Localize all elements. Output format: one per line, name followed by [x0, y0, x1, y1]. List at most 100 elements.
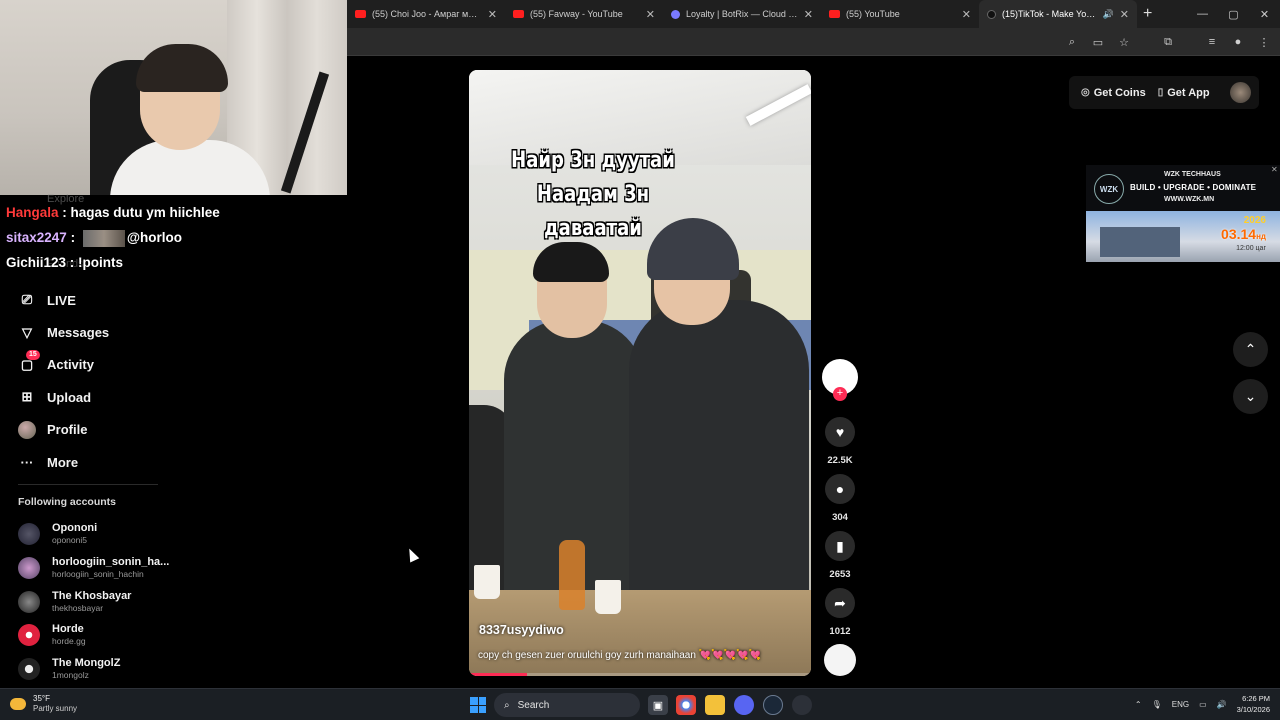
- video-progress-bar[interactable]: [469, 673, 811, 676]
- previous-video-button[interactable]: ⌃: [1233, 332, 1268, 367]
- following-account[interactable]: Horde horde.gg: [18, 620, 86, 650]
- sidebar-item-activity[interactable]: ▢ 15 Activity: [18, 349, 198, 381]
- comment-count: 304: [832, 512, 848, 523]
- menu-dots-icon[interactable]: ⋮: [1256, 34, 1272, 50]
- close-tab-icon[interactable]: ✕: [962, 8, 971, 21]
- task-view-icon[interactable]: ▣: [648, 695, 668, 715]
- tab-botrix[interactable]: Loyalty | BotRix — Cloud Stream ✕: [663, 0, 821, 28]
- discord-icon[interactable]: [734, 695, 754, 715]
- tab-tiktok[interactable]: (15)TikTok - Make Your Day 🔊 ✕: [979, 0, 1137, 28]
- youtube-icon: [355, 10, 366, 18]
- network-icon[interactable]: ▭: [1199, 700, 1207, 709]
- get-coins-button[interactable]: ◎ Get Coins: [1081, 87, 1146, 99]
- tab-title: (55) Favway - YouTube: [530, 9, 623, 19]
- sidebar-item-label: Upload: [47, 389, 92, 405]
- tab-title: (15)TikTok - Make Your Day: [1002, 9, 1099, 19]
- volume-icon[interactable]: 🔊: [1217, 700, 1227, 709]
- file-explorer-icon[interactable]: [705, 695, 725, 715]
- bookmark-star-icon[interactable]: ☆: [1116, 34, 1132, 50]
- start-button[interactable]: [470, 697, 486, 713]
- close-tab-icon[interactable]: ✕: [1120, 8, 1129, 21]
- close-tab-icon[interactable]: ✕: [488, 8, 497, 21]
- share-button[interactable]: ➦: [825, 588, 855, 618]
- account-avatar: [18, 557, 40, 579]
- windows-taskbar: 35°F Partly sunny ⌕ Search ▣ ⌃ 🎙 ENG ▭ 🔊…: [0, 688, 1280, 720]
- chrome-icon[interactable]: [676, 695, 696, 715]
- chat-text: @horloo: [126, 230, 182, 245]
- sidebar-item-label: Messages: [47, 325, 110, 341]
- tab-youtube[interactable]: (55) YouTube ✕: [821, 0, 979, 28]
- sidebar-item-profile[interactable]: Profile: [18, 414, 198, 446]
- cast-icon[interactable]: ▭: [1090, 34, 1106, 50]
- coin-icon: ◎: [1081, 87, 1090, 98]
- video-player[interactable]: Найр 3н дуутай Наадам 3н даваатай 8337us…: [469, 70, 811, 676]
- like-button[interactable]: ♥: [825, 417, 855, 447]
- chat-text: !points: [78, 255, 124, 270]
- following-account[interactable]: horloogiin_sonin_ha... horloogiin_sonin_h…: [18, 553, 169, 583]
- profile-icon[interactable]: ●: [1230, 34, 1246, 50]
- share-count: 1012: [829, 626, 851, 637]
- chevron-down-icon: ⌄: [1244, 388, 1257, 404]
- activity-badge: 15: [26, 349, 40, 360]
- close-tab-icon[interactable]: ✕: [646, 8, 655, 21]
- sidebar-item-more[interactable]: ··· More: [18, 446, 198, 478]
- steam-icon[interactable]: [763, 695, 783, 715]
- account-handle: horloogiin_sonin_hachin: [52, 569, 144, 579]
- chevron-up-icon[interactable]: ⌃: [1135, 700, 1142, 709]
- app-icon[interactable]: [792, 695, 812, 715]
- following-account[interactable]: The MongolZ 1mongolz: [18, 654, 120, 684]
- zoom-icon[interactable]: ⌕: [1064, 34, 1080, 50]
- follow-plus-icon[interactable]: +: [833, 387, 847, 401]
- sidebar-item-messages[interactable]: ▽ Messages: [18, 316, 198, 348]
- sponsor-ad[interactable]: WZK WZK TECHHAUS BUILD • UPGRADE • DOMIN…: [1086, 165, 1280, 262]
- video-author[interactable]: 8337usyydiwo: [479, 623, 564, 637]
- minimize-button[interactable]: —: [1187, 8, 1218, 20]
- youtube-icon: [829, 10, 840, 18]
- extensions-icon[interactable]: ⧉: [1160, 34, 1176, 50]
- maximize-button[interactable]: ▢: [1218, 8, 1249, 21]
- tab-favway[interactable]: (55) Favway - YouTube ✕: [505, 0, 663, 28]
- following-account[interactable]: The Khosbayar thekhosbayar: [18, 587, 131, 617]
- new-tab-button[interactable]: +: [1143, 5, 1152, 23]
- tiktok-icon: [987, 9, 996, 19]
- window-controls: — ▢ ✕: [1187, 0, 1280, 28]
- music-disc-avatar[interactable]: [824, 644, 856, 676]
- following-account[interactable]: Opononi opononi5: [18, 519, 97, 549]
- clock[interactable]: 6:26 PM 3/10/2026: [1237, 693, 1270, 715]
- close-tab-icon[interactable]: ✕: [804, 8, 813, 21]
- browser-toolbar: ⌕ ▭ ☆ ⧉ ≡ ● ⋮: [347, 28, 1280, 56]
- account-handle: thekhosbayar: [52, 603, 104, 613]
- heart-icon: ♥: [835, 424, 845, 440]
- close-window-button[interactable]: ✕: [1249, 8, 1280, 21]
- mouse-cursor: [404, 546, 420, 563]
- like-count: 22.5K: [827, 455, 853, 466]
- weather-widget[interactable]: 35°F Partly sunny: [10, 694, 77, 714]
- sidebar-item-live[interactable]: ⎚ LIVE: [18, 284, 198, 316]
- account-name: The MongolZ: [52, 657, 121, 669]
- video-progress-fill: [469, 673, 528, 676]
- speaker-icon[interactable]: 🔊: [1103, 9, 1114, 20]
- sidebar-divider: [18, 484, 158, 485]
- next-video-button[interactable]: ⌄: [1233, 379, 1268, 414]
- user-avatar[interactable]: [1230, 82, 1251, 103]
- activity-icon: ▢ 15: [18, 349, 40, 374]
- save-button[interactable]: ▮: [825, 531, 855, 561]
- upload-icon: ⊞: [21, 389, 33, 405]
- ad-close-icon[interactable]: ✕: [1271, 165, 1278, 174]
- get-app-button[interactable]: ▯ Get App: [1158, 87, 1210, 99]
- sidebar-item-label: Activity: [47, 357, 94, 373]
- chat-username: Hangala: [6, 205, 59, 220]
- media-control-icon[interactable]: ≡: [1204, 34, 1220, 50]
- sidebar-item-label: More: [47, 454, 79, 470]
- browser-tab-bar: (55) Choi Joo - Амраг минь (Official ✕ (…: [347, 0, 1280, 28]
- youtube-icon: [513, 10, 524, 18]
- tab-choi-joo[interactable]: (55) Choi Joo - Амраг минь (Official ✕: [347, 0, 505, 28]
- live-icon: ⎚: [21, 292, 33, 308]
- taskbar-search[interactable]: ⌕ Search: [494, 693, 640, 717]
- sidebar-item-upload[interactable]: ⊞ Upload: [18, 381, 198, 413]
- microphone-icon[interactable]: 🎙: [1152, 700, 1162, 709]
- share-arrow-icon: ➦: [834, 594, 846, 611]
- comment-button[interactable]: ●: [825, 474, 855, 504]
- language-indicator[interactable]: ENG: [1172, 700, 1189, 709]
- chat-text: hagas dutu ym hiichlee: [70, 205, 220, 220]
